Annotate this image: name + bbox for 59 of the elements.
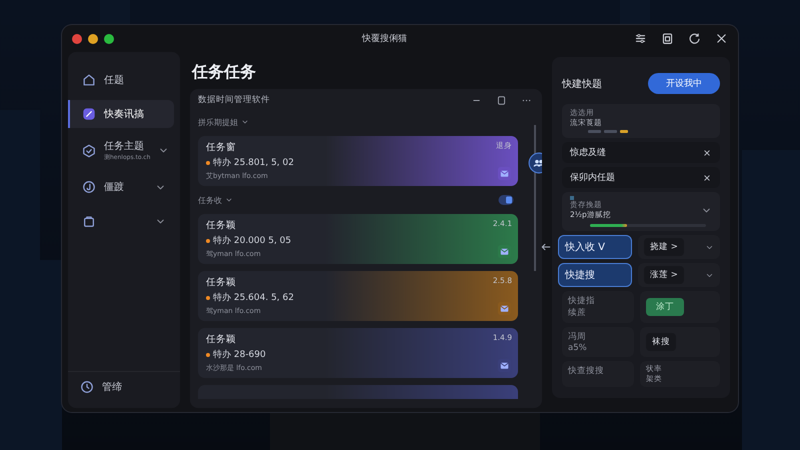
status-dot <box>206 238 210 242</box>
option-chip[interactable]: 挠建 > <box>644 238 684 256</box>
chevron-down-icon <box>241 118 249 126</box>
option-chip[interactable]: 袜搜 <box>646 333 676 351</box>
tag-icon <box>82 107 96 121</box>
card-title: 任务窗 <box>206 141 237 154</box>
home-icon <box>82 73 96 87</box>
sidebar-footer-label[interactable]: 管缔 <box>102 380 122 394</box>
card-title: 任务颖 <box>206 276 237 289</box>
card-value: 特办 25.604. 5, 62 <box>213 292 294 304</box>
toolbar-title: 数据时间管理软件 <box>198 94 270 106</box>
arrow-left-icon <box>540 241 552 253</box>
card-value: 特办 28-690 <box>213 348 266 361</box>
mail-icon[interactable] <box>497 166 512 181</box>
shield-icon <box>82 144 96 158</box>
window-title: 快覆搜俐猫 <box>362 32 407 45</box>
bag-icon <box>82 214 96 228</box>
clock-icon <box>80 380 94 394</box>
option-item[interactable]: 快入收 V <box>558 235 632 259</box>
status-dot <box>206 296 210 300</box>
option-item[interactable]: 冯周 a5% <box>562 327 634 357</box>
page-title: 任务任务 <box>190 61 257 83</box>
chevron-down-icon <box>225 196 233 204</box>
sliders-icon[interactable] <box>634 32 647 45</box>
option-chip[interactable]: 涨莲 > <box>644 266 684 284</box>
close-button[interactable] <box>72 34 82 44</box>
panel-title: 快建快题 <box>562 78 602 90</box>
sidebar-label: 任题 <box>104 74 125 87</box>
group-header[interactable]: 任务收 <box>198 194 233 206</box>
option-item[interactable]: 快查搜搜 <box>562 361 634 387</box>
removable-chip[interactable]: 惊虑及缝 <box>562 142 720 163</box>
maximize-button[interactable] <box>104 34 114 44</box>
square-icon[interactable] <box>496 94 507 106</box>
sidebar-item[interactable]: 任题 <box>68 66 174 94</box>
sidebar-label: 僵踱 <box>104 180 125 194</box>
refresh-icon[interactable] <box>688 32 701 45</box>
sidebar-item[interactable]: 快奏讯搞 <box>68 100 174 128</box>
close-icon[interactable] <box>702 172 712 182</box>
group-header[interactable]: 拼乐期提姐 <box>198 116 249 128</box>
option-item[interactable]: 快捷搜 <box>558 263 632 287</box>
card-title: 任务颖 <box>206 333 237 346</box>
step-indicator-icon <box>588 130 628 133</box>
status-dot <box>206 160 210 164</box>
close-icon[interactable] <box>715 32 728 45</box>
sidebar-label: 任务主题 <box>104 140 145 153</box>
sidebar-item[interactable]: 僵踱 <box>68 173 174 201</box>
minimize-button[interactable] <box>88 34 98 44</box>
option-item[interactable]: 快捷指 续蔗 <box>562 291 634 323</box>
sidebar-label: 快奏讯搞 <box>104 108 145 121</box>
action-button[interactable]: 涂丁 <box>646 298 684 316</box>
card-title: 任务颖 <box>206 219 237 232</box>
coin-icon <box>82 180 96 194</box>
status-dot <box>206 352 210 356</box>
close-icon[interactable] <box>702 148 712 158</box>
clipboard-icon[interactable] <box>661 32 674 45</box>
card-value: 特办 20.000 5, 05 <box>213 234 292 247</box>
removable-chip[interactable]: 保卯内任题 <box>562 167 720 188</box>
card-value: 特办 25.801, 5, 02 <box>213 156 294 169</box>
primary-button[interactable]: 开设我中 <box>648 73 720 94</box>
